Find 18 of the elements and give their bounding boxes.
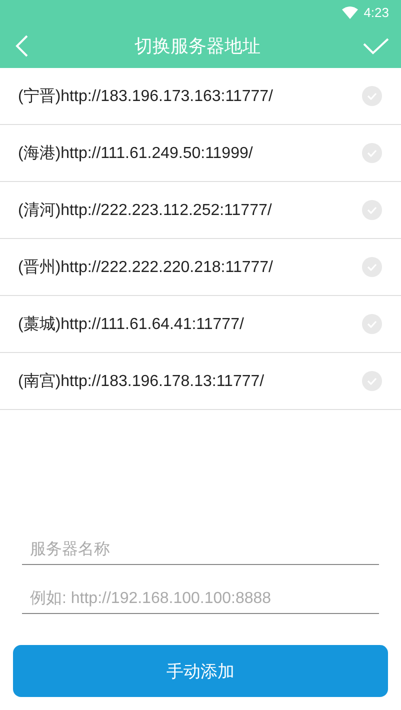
wifi-icon: [342, 6, 358, 18]
confirm-button[interactable]: [363, 36, 389, 56]
server-item[interactable]: (藁城)http://111.61.64.41:11777/: [0, 296, 401, 353]
server-label: (海港)http://111.61.249.50:11999/: [18, 144, 253, 164]
server-name-field[interactable]: 服务器名称: [22, 535, 379, 565]
server-item[interactable]: (清河)http://222.223.112.252:11777/: [0, 182, 401, 239]
server-item[interactable]: (海港)http://111.61.249.50:11999/: [0, 125, 401, 182]
server-item[interactable]: (宁晋)http://183.196.173.163:11777/: [0, 68, 401, 125]
server-label: (晋州)http://222.222.220.218:11777/: [18, 258, 273, 278]
server-item[interactable]: (晋州)http://222.222.220.218:11777/: [0, 239, 401, 296]
server-url-field[interactable]: 例如: http://192.168.100.100:8888: [22, 584, 379, 614]
server-label: (藁城)http://111.61.64.41:11777/: [18, 314, 244, 334]
server-label: (清河)http://222.223.112.252:11777/: [18, 200, 272, 220]
status-time: 4:23: [364, 4, 389, 20]
server-label: (南宫)http://183.196.178.13:11777/: [18, 372, 264, 392]
app-bar-title: 切换服务器地址: [134, 35, 260, 58]
server-label: (宁晋)http://183.196.173.163:11777/: [18, 86, 273, 106]
server-item[interactable]: (南宫)http://183.196.178.13:11777/: [0, 353, 401, 410]
